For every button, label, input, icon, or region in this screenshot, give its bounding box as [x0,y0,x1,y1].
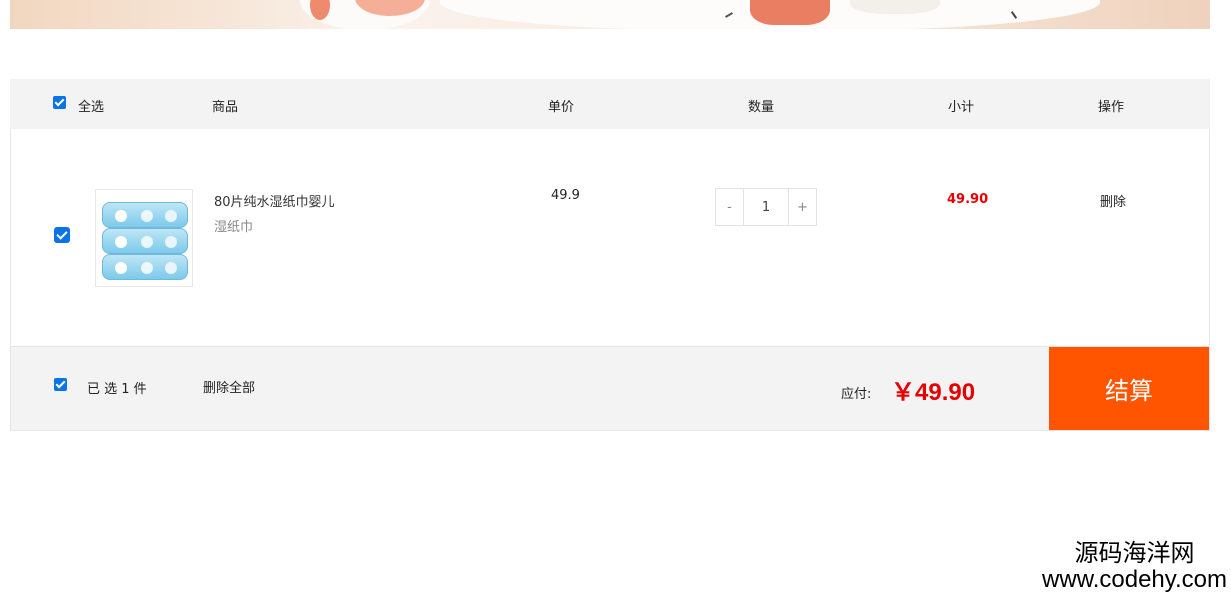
total-amount: ￥49.90 [891,379,976,406]
shopping-cart: 全选 商品 单价 数量 小计 操作 80片纯水湿纸巾婴儿 湿纸巾 49.9 - … [10,79,1210,431]
select-all-label[interactable]: 全选 [78,96,104,115]
item-subtotal: 49.90 [947,192,989,207]
delete-item-link[interactable]: 删除 [1100,191,1126,210]
quantity-stepper: - 1 + [715,188,817,226]
product-image[interactable] [95,189,193,287]
column-quantity: 数量 [748,100,775,115]
unit-price: 49.9 [551,188,580,203]
column-unit-price: 单价 [548,100,575,115]
item-checkbox[interactable] [54,227,70,243]
selected-count: 已 选 1 件 [87,382,147,397]
cart-footer: 已 选 1 件 删除全部 应付: ￥49.90 结算 [10,347,1210,431]
payable-label: 应付: [841,387,872,402]
quantity-increase-button[interactable]: + [789,189,816,225]
delete-all-link[interactable]: 删除全部 [203,377,255,396]
watermark-cn: 源码海洋网 [1074,539,1195,567]
site-watermark: 源码海洋网 www.codehy.com [1042,541,1227,592]
quantity-input[interactable]: 1 [743,189,789,225]
cart-header: 全选 商品 单价 数量 小计 操作 [10,79,1210,129]
watermark-url: www.codehy.com [1042,566,1227,593]
column-product: 商品 [212,100,239,115]
column-subtotal: 小计 [948,100,975,115]
checkout-button[interactable]: 结算 [1049,347,1209,430]
top-banner-image [10,0,1210,29]
product-category: 湿纸巾 [214,220,254,235]
footer-select-all-checkbox[interactable] [54,378,67,391]
product-title[interactable]: 80片纯水湿纸巾婴儿 [214,191,335,210]
quantity-decrease-button[interactable]: - [716,189,743,225]
cart-item-row: 80片纯水湿纸巾婴儿 湿纸巾 49.9 - 1 + 49.90 删除 [10,129,1210,347]
select-all-checkbox[interactable] [53,96,66,109]
column-actions: 操作 [1098,100,1125,115]
